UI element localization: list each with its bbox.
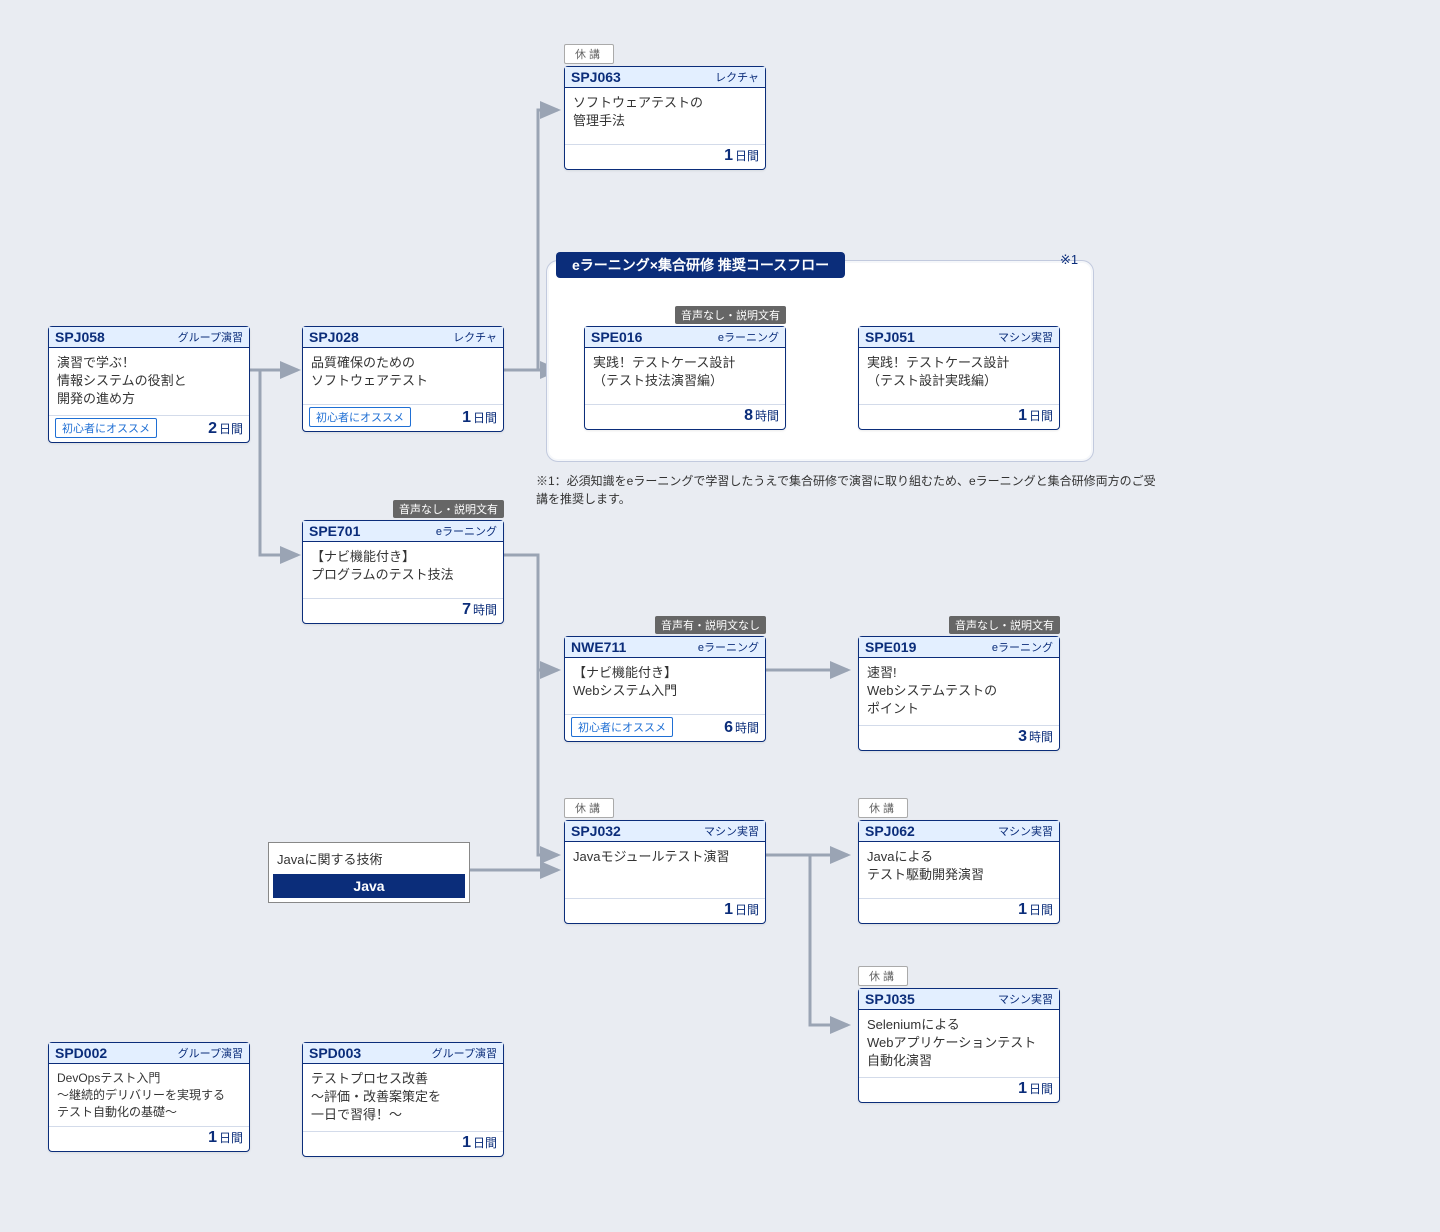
closed-badge: 休講 bbox=[564, 44, 614, 64]
node-spd002[interactable]: SPD002グループ演習 DevOpsテスト入門 ～継続的デリバリーを実現する … bbox=[48, 1042, 250, 1152]
tech-name: Java bbox=[273, 874, 465, 898]
audio-badge: 音声なし・説明文有 bbox=[393, 500, 504, 518]
node-spd003[interactable]: SPD003グループ演習 テストプロセス改善 ～評価・改善案策定を 一日で習得！… bbox=[302, 1042, 504, 1157]
node-nwe711[interactable]: 音声有・説明文なし NWE711eラーニング 【ナビ機能付き】 Webシステム入… bbox=[564, 636, 766, 742]
group-note-mark: ※1 bbox=[1060, 252, 1078, 268]
node-spe701[interactable]: 音声なし・説明文有 SPE701eラーニング 【ナビ機能付き】 プログラムのテス… bbox=[302, 520, 504, 624]
group-title: eラーニング×集合研修 推奨コースフロー bbox=[556, 252, 845, 278]
tech-box[interactable]: Javaに関する技術 Java bbox=[268, 842, 470, 903]
node-spe019[interactable]: 音声なし・説明文有 SPE019eラーニング 速習! Webシステムテストの ポ… bbox=[858, 636, 1060, 751]
node-title: 演習で学ぶ！ 情報システムの役割と 開発の進め方 bbox=[49, 348, 249, 415]
recommend-badge: 初心者にオススメ bbox=[55, 418, 157, 438]
tech-label: Javaに関する技術 bbox=[269, 843, 469, 874]
node-code: SPJ058 bbox=[55, 329, 105, 345]
diagram-canvas: eラーニング×集合研修 推奨コースフロー ※1 ※1：必須知識をeラーニングで学… bbox=[0, 0, 1440, 1232]
node-spj028[interactable]: SPJ028レクチャ 品質確保のための ソフトウェアテスト 初心者にオススメ1日… bbox=[302, 326, 504, 432]
node-type: グループ演習 bbox=[178, 329, 243, 345]
node-spj032[interactable]: 休講 SPJ032マシン実習 Javaモジュールテスト演習 1日間 bbox=[564, 820, 766, 924]
node-spj063[interactable]: 休講 SPJ063レクチャ ソフトウェアテストの 管理手法 1日間 bbox=[564, 66, 766, 170]
group-footnote: ※1：必須知識をeラーニングで学習したうえで集合研修で演習に取り組むため、eラー… bbox=[536, 472, 1156, 508]
node-spe016[interactable]: 音声なし・説明文有 SPE016eラーニング 実践！テストケース設計 （テスト技… bbox=[584, 326, 786, 430]
node-spj062[interactable]: 休講 SPJ062マシン実習 Javaによる テスト駆動開発演習 1日間 bbox=[858, 820, 1060, 924]
node-spj051[interactable]: SPJ051マシン実習 実践！テストケース設計 （テスト設計実践編） 1日間 bbox=[858, 326, 1060, 430]
node-spj035[interactable]: 休講 SPJ035マシン実習 Seleniumによる Webアプリケーションテス… bbox=[858, 988, 1060, 1103]
node-spj058[interactable]: SPJ058 グループ演習 演習で学ぶ！ 情報システムの役割と 開発の進め方 初心… bbox=[48, 326, 250, 443]
